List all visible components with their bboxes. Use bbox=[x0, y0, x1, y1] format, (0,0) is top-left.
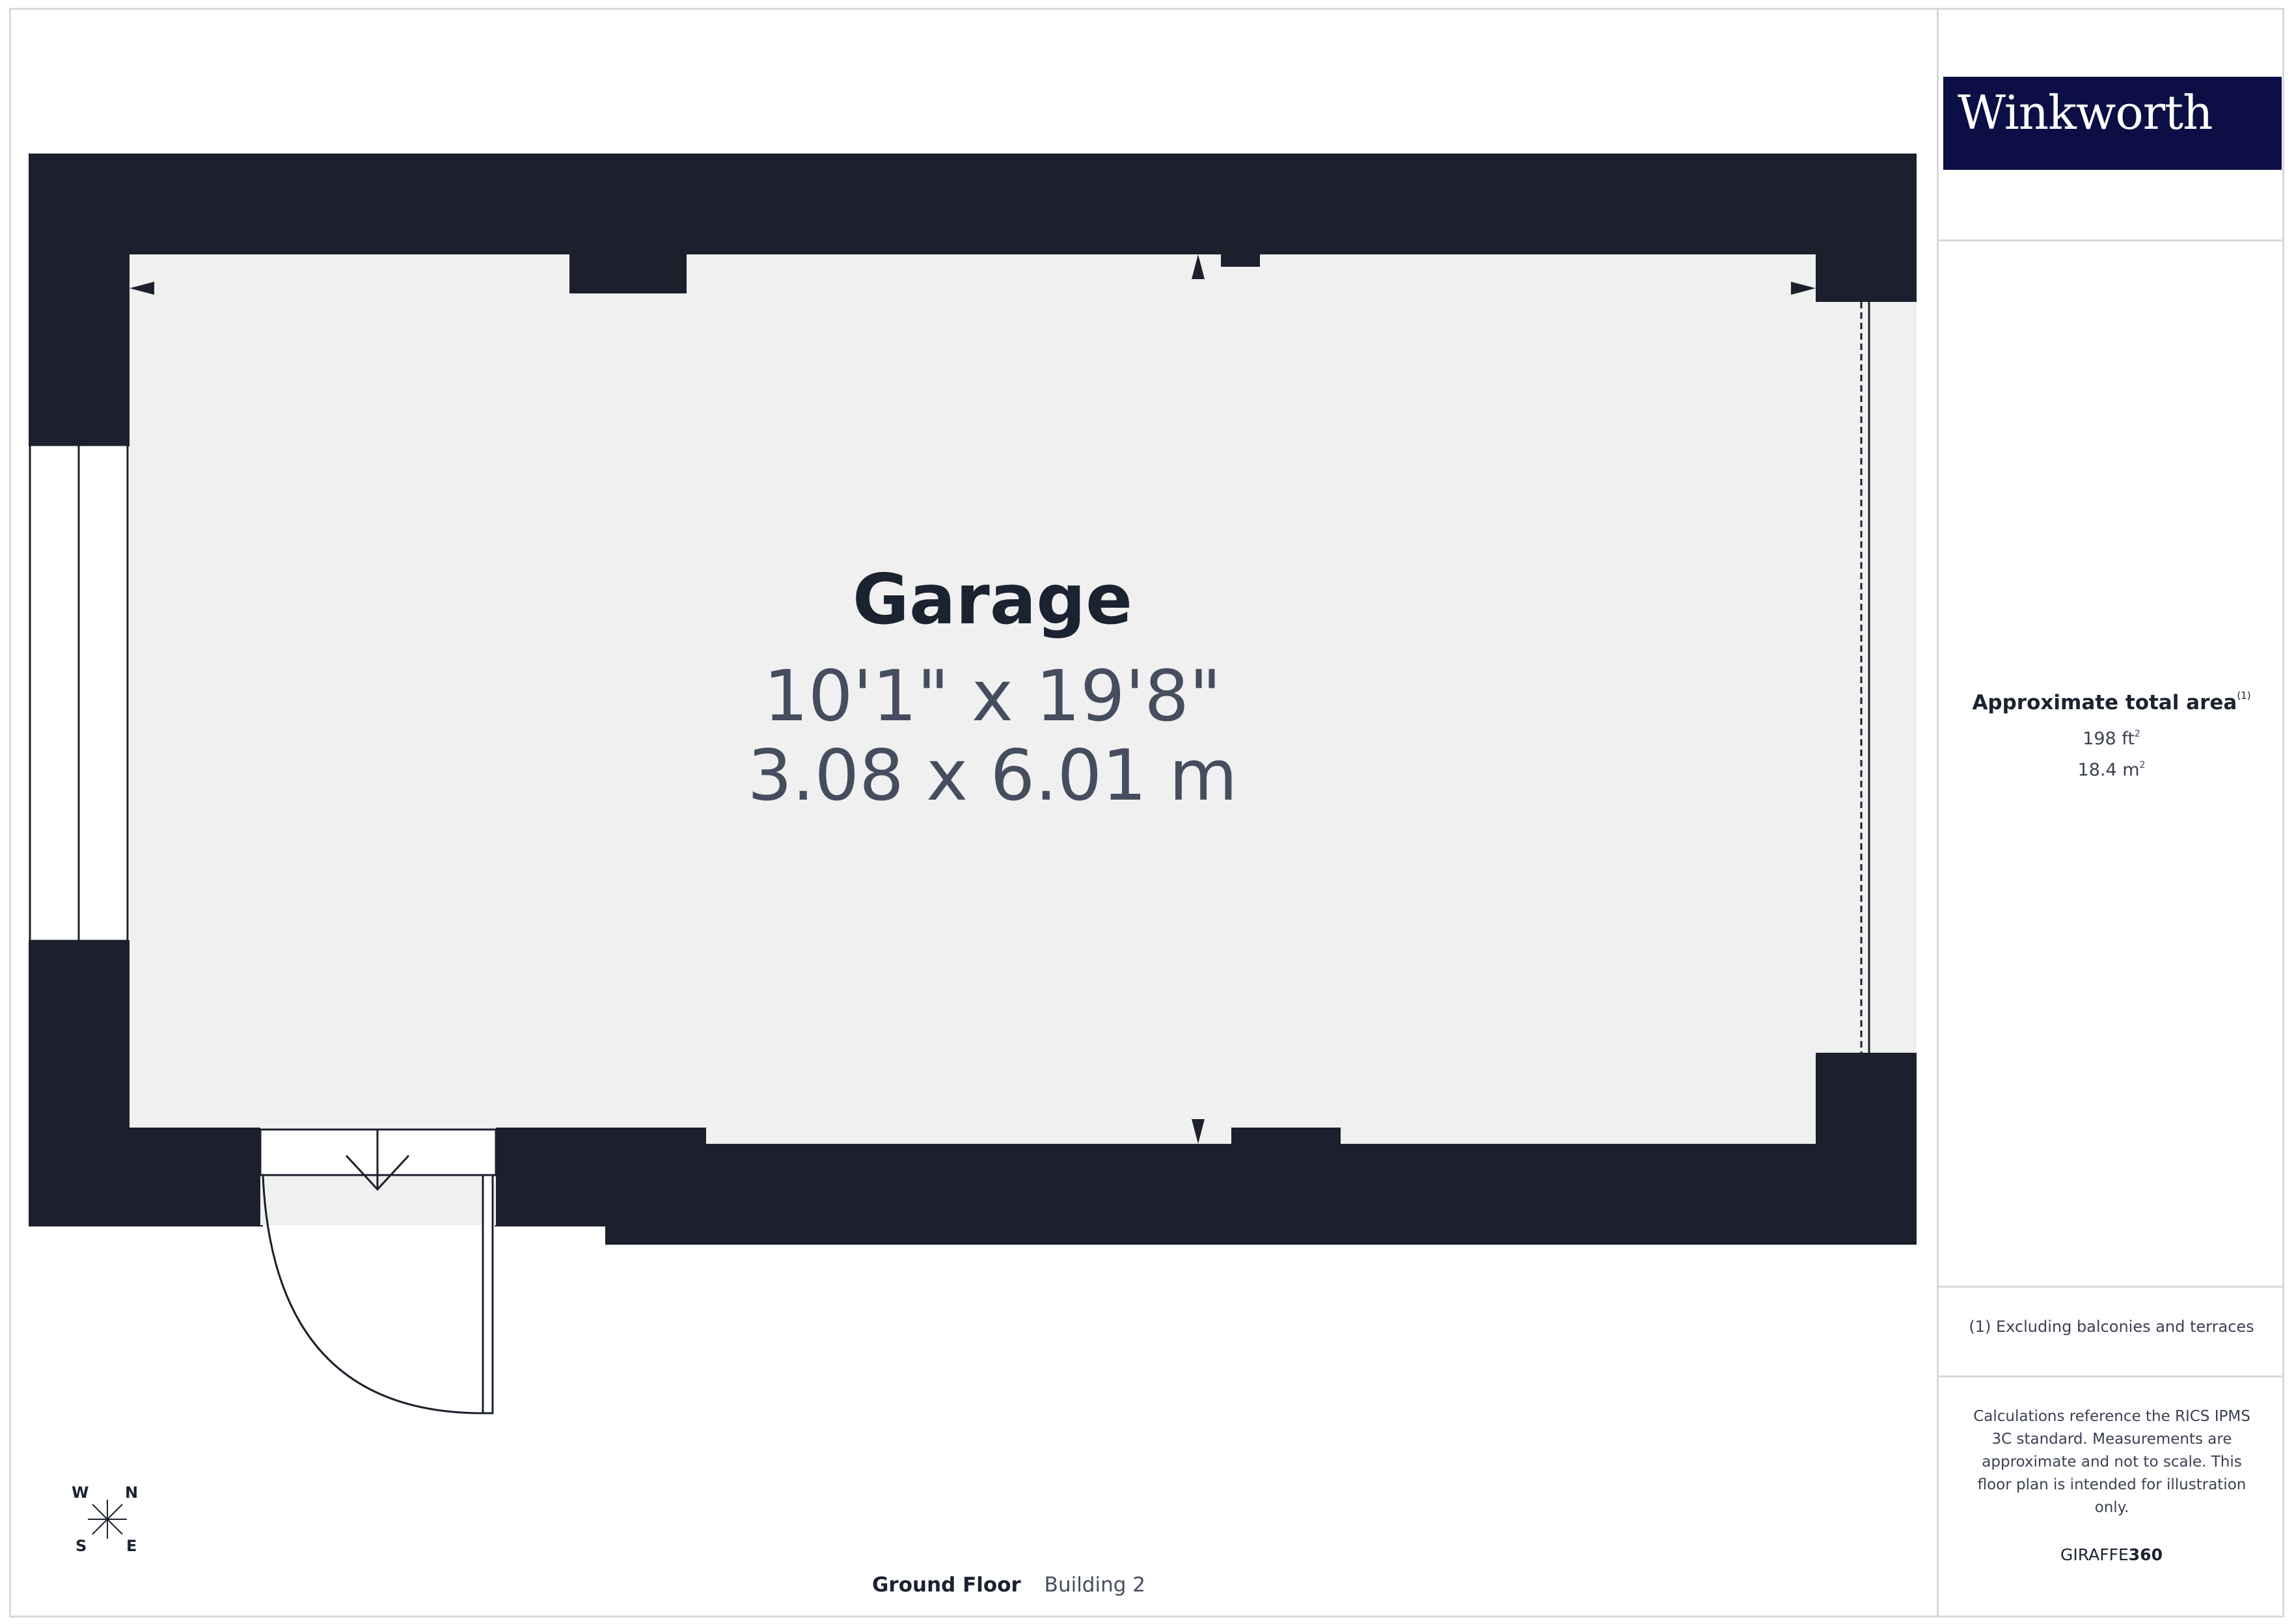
wall-outer-bottom-mid bbox=[495, 1126, 608, 1226]
wall-outer-bottom-left bbox=[29, 1126, 263, 1226]
room-dimensions-imperial: 10'1" x 19'8" bbox=[763, 656, 1222, 737]
door-leaf bbox=[482, 1174, 494, 1414]
floor-label: Ground Floor Building 2 bbox=[748, 1573, 1269, 1597]
room-name: Garage bbox=[852, 560, 1133, 640]
divider bbox=[1939, 239, 2284, 241]
software-brand: GIRAFFE360 bbox=[2060, 1545, 2163, 1564]
floor-level: Ground Floor bbox=[871, 1573, 1021, 1597]
wall-pier-top-mid bbox=[1221, 252, 1260, 267]
wall-pier-bottom-mid bbox=[1231, 1128, 1341, 1144]
area-sqft: 198 ft2 bbox=[2083, 729, 2140, 749]
building-name: Building 2 bbox=[1044, 1573, 1146, 1597]
compass-star-icon bbox=[88, 1500, 127, 1539]
area-title: Approximate total area(1) bbox=[1972, 690, 2251, 714]
wall-outer-right-top bbox=[1816, 154, 1917, 302]
garage-door-opening bbox=[1816, 302, 1917, 1053]
brand-logo: Winkworth bbox=[1943, 77, 2282, 170]
compass-rose: W N S E bbox=[65, 1483, 150, 1562]
divider bbox=[1939, 1375, 2284, 1377]
divider bbox=[1939, 1286, 2284, 1288]
wall-outer-right-bottom bbox=[1816, 1053, 1917, 1245]
wall-pier-top-left bbox=[569, 252, 687, 293]
area-footnote: (1) Excluding balconies and terraces bbox=[1969, 1318, 2254, 1336]
wall-outer-top bbox=[29, 154, 1917, 254]
area-summary: Approximate total area(1) 198 ft2 18.4 m… bbox=[1939, 690, 2284, 783]
room-dimensions-metric: 3.08 x 6.01 m bbox=[747, 735, 1238, 817]
area-sqm: 18.4 m2 bbox=[2077, 760, 2146, 780]
disclaimer-text: Calculations reference the RICS IPMS 3C … bbox=[1973, 1408, 2250, 1516]
wall-outer-left-top bbox=[29, 154, 130, 446]
